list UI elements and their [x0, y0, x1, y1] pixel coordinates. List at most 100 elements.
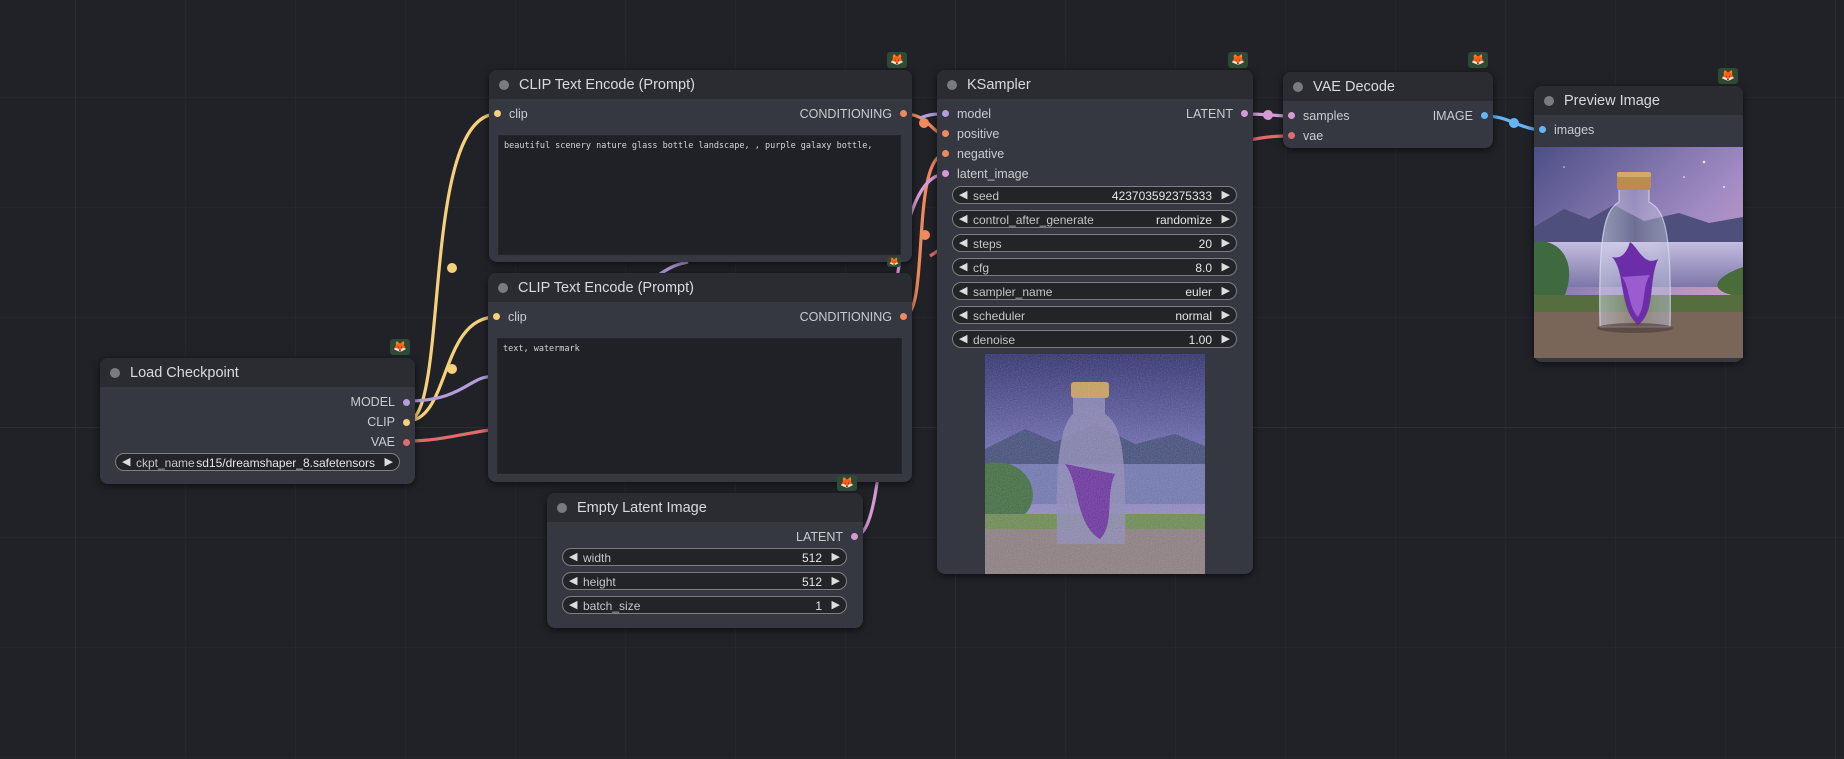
input-label-latent-image: latent_image: [957, 167, 1029, 181]
increment-arrow-icon[interactable]: ▶: [1222, 308, 1230, 321]
control-after-generate-widget[interactable]: ◀ control_after_generate randomize ▶: [952, 210, 1237, 228]
collapse-dot[interactable]: [1293, 82, 1303, 92]
vae-decode-node[interactable]: VAE Decode samples vae IMAGE: [1283, 72, 1493, 148]
input-slot-latent-image[interactable]: [942, 170, 949, 177]
ckpt-name-combo[interactable]: ◀ ckpt_name sd15/dreamshaper_8.safetenso…: [115, 453, 400, 471]
reroute-dot[interactable]: [447, 364, 457, 374]
decrement-arrow-icon[interactable]: ◀: [959, 332, 967, 345]
empty-latent-image-node[interactable]: Empty Latent Image LATENT ◀ width 512 ▶ …: [547, 493, 863, 628]
input-slot-negative[interactable]: [942, 150, 949, 157]
clip-text-encode-negative-node[interactable]: CLIP Text Encode (Prompt) clip CONDITION…: [488, 273, 912, 482]
batch-size-widget[interactable]: ◀ batch_size 1 ▶: [562, 596, 847, 614]
node-header[interactable]: CLIP Text Encode (Prompt): [489, 70, 912, 99]
clip-text-encode-positive-node[interactable]: CLIP Text Encode (Prompt) clip CONDITION…: [489, 70, 912, 262]
increment-arrow-icon[interactable]: ▶: [1222, 260, 1230, 273]
increment-arrow-icon[interactable]: ▶: [1222, 236, 1230, 249]
fox-icon: 🦊: [837, 475, 857, 491]
output-slot-latent[interactable]: [1241, 110, 1248, 117]
widget-label: steps: [973, 236, 1002, 251]
node-header[interactable]: Load Checkpoint: [100, 358, 415, 387]
input-label-images: images: [1554, 123, 1595, 137]
increment-arrow-icon[interactable]: ▶: [1222, 284, 1230, 297]
collapse-dot[interactable]: [1544, 96, 1554, 106]
decrement-arrow-icon[interactable]: ◀: [569, 550, 577, 563]
collapse-dot[interactable]: [557, 503, 567, 513]
output-label-clip: CLIP: [367, 415, 395, 429]
output-slot-conditioning[interactable]: [900, 313, 907, 320]
node-title: CLIP Text Encode (Prompt): [518, 280, 694, 296]
output-slot-clip[interactable]: [403, 419, 410, 426]
fox-icon: 🦊: [390, 339, 410, 355]
collapse-dot[interactable]: [110, 368, 120, 378]
reroute-dot[interactable]: [1263, 110, 1273, 120]
fox-icon: 🦊: [887, 257, 901, 267]
decrement-arrow-icon[interactable]: ◀: [959, 308, 967, 321]
node-header[interactable]: CLIP Text Encode (Prompt): [488, 273, 912, 302]
decrement-arrow-icon[interactable]: ◀: [122, 455, 130, 468]
sampler-name-widget[interactable]: ◀ sampler_name euler ▶: [952, 282, 1237, 300]
output-label-conditioning: CONDITIONING: [799, 310, 892, 324]
node-header[interactable]: Empty Latent Image: [547, 493, 863, 522]
widget-label: ckpt_name: [136, 455, 195, 470]
seed-widget[interactable]: ◀ seed 423703592375333 ▶: [952, 186, 1237, 204]
input-slot-images[interactable]: [1539, 126, 1546, 133]
widget-label: cfg: [973, 260, 990, 275]
preview-output-image[interactable]: [1534, 147, 1743, 358]
widget-label: width: [583, 550, 612, 565]
output-slot-vae[interactable]: [403, 439, 410, 446]
input-slot-samples[interactable]: [1288, 112, 1295, 119]
scheduler-widget[interactable]: ◀ scheduler normal ▶: [952, 306, 1237, 324]
reroute-dot[interactable]: [447, 263, 457, 273]
prompt-textarea[interactable]: beautiful scenery nature glass bottle la…: [498, 135, 901, 255]
output-label-image: IMAGE: [1432, 109, 1473, 123]
input-slot-vae[interactable]: [1288, 132, 1295, 139]
reroute-dot[interactable]: [1509, 118, 1519, 128]
input-slot-clip[interactable]: [493, 313, 500, 320]
increment-arrow-icon[interactable]: ▶: [832, 574, 840, 587]
fox-icon: 🦊: [1228, 52, 1248, 68]
decrement-arrow-icon[interactable]: ◀: [569, 598, 577, 611]
decrement-arrow-icon[interactable]: ◀: [959, 284, 967, 297]
decrement-arrow-icon[interactable]: ◀: [569, 574, 577, 587]
collapse-dot[interactable]: [498, 283, 508, 293]
decrement-arrow-icon[interactable]: ◀: [959, 260, 967, 273]
cfg-widget[interactable]: ◀ cfg 8.0 ▶: [952, 258, 1237, 276]
output-slot-conditioning[interactable]: [900, 110, 907, 117]
increment-arrow-icon[interactable]: ▶: [1222, 212, 1230, 225]
output-label-vae: VAE: [370, 435, 395, 449]
node-header[interactable]: Preview Image: [1534, 86, 1743, 115]
decrement-arrow-icon[interactable]: ◀: [959, 236, 967, 249]
denoise-widget[interactable]: ◀ denoise 1.00 ▶: [952, 330, 1237, 348]
output-slot-model[interactable]: [403, 399, 410, 406]
node-title: Load Checkpoint: [130, 365, 239, 381]
input-slot-model[interactable]: [942, 110, 949, 117]
increment-arrow-icon[interactable]: ▶: [832, 550, 840, 563]
reroute-dot[interactable]: [920, 230, 930, 240]
increment-arrow-icon[interactable]: ▶: [1222, 332, 1230, 345]
collapse-dot[interactable]: [499, 80, 509, 90]
output-label-conditioning: CONDITIONING: [799, 107, 892, 121]
width-widget[interactable]: ◀ width 512 ▶: [562, 548, 847, 566]
node-title: KSampler: [967, 77, 1031, 93]
preview-image-node[interactable]: Preview Image images: [1534, 86, 1743, 362]
collapse-dot[interactable]: [947, 80, 957, 90]
input-label-model: model: [957, 107, 992, 121]
increment-arrow-icon[interactable]: ▶: [1222, 188, 1230, 201]
load-checkpoint-node[interactable]: Load Checkpoint MODEL CLIP VAE ◀ ckpt_na…: [100, 358, 415, 484]
output-slot-latent[interactable]: [851, 533, 858, 540]
increment-arrow-icon[interactable]: ▶: [832, 598, 840, 611]
increment-arrow-icon[interactable]: ▶: [385, 455, 393, 468]
node-header[interactable]: KSampler: [937, 70, 1253, 99]
input-slot-clip[interactable]: [494, 110, 501, 117]
decrement-arrow-icon[interactable]: ◀: [959, 212, 967, 225]
decrement-arrow-icon[interactable]: ◀: [959, 188, 967, 201]
steps-widget[interactable]: ◀ steps 20 ▶: [952, 234, 1237, 252]
output-slot-image[interactable]: [1481, 112, 1488, 119]
reroute-dot[interactable]: [919, 118, 929, 128]
node-header[interactable]: VAE Decode: [1283, 72, 1493, 101]
height-widget[interactable]: ◀ height 512 ▶: [562, 572, 847, 590]
input-slot-positive[interactable]: [942, 130, 949, 137]
input-label-clip: clip: [509, 107, 528, 121]
prompt-textarea[interactable]: text, watermark: [497, 338, 902, 474]
ksampler-node[interactable]: KSampler model positive negative latent_…: [937, 70, 1253, 574]
